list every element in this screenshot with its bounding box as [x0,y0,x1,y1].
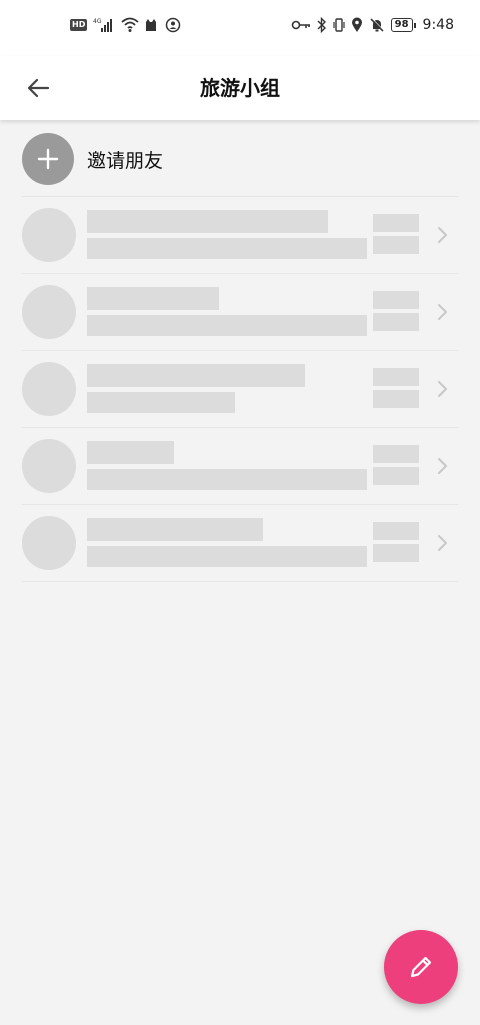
list-item[interactable] [22,505,458,582]
list-item[interactable] [22,197,458,274]
meta-placeholder [373,236,419,254]
subtitle-placeholder [87,392,235,413]
chevron-right-icon [438,381,447,397]
meta-placeholder [373,522,419,540]
avatar-placeholder [22,439,76,493]
battery-icon: 98 [390,18,416,32]
subtitle-placeholder [87,315,367,336]
avatar-placeholder [22,285,76,339]
title-placeholder [87,364,305,387]
meta-placeholder [373,313,419,331]
avatar-placeholder [22,516,76,570]
subtitle-placeholder [87,469,367,490]
status-right: 98 9:48 [291,16,454,34]
network-label: 4G [93,18,102,25]
hd-icon: HD [70,19,88,31]
status-bar: HD 4G 98 9:48 [0,0,480,56]
title-placeholder [87,518,263,541]
plus-icon [37,148,59,170]
meta-placeholder [373,291,419,309]
notification-app-icon [143,17,159,33]
list-item[interactable] [22,274,458,351]
chevron-right-icon [438,304,447,320]
page-title: 旅游小组 [200,76,280,100]
signal-icon: 4G [93,17,113,33]
invite-friends-label: 邀请朋友 [87,149,164,172]
meta-placeholder [373,368,419,386]
vibrate-icon [333,17,345,33]
chevron-right-icon [438,227,447,243]
back-button[interactable] [18,68,58,108]
status-left: HD 4G [70,17,181,33]
title-placeholder [87,210,328,233]
edit-fab-button[interactable] [384,930,458,1004]
notification-app2-icon [165,17,181,33]
divider [22,581,458,582]
chevron-right-icon [438,458,447,474]
location-icon [351,17,363,33]
key-icon [291,17,311,33]
avatar-placeholder [22,208,76,262]
avatar-placeholder [22,362,76,416]
mute-icon [369,17,385,33]
screen: HD 4G 98 9:48 旅游小组 邀请朋友 [0,0,480,1025]
status-time: 9:48 [422,17,454,33]
arrow-left-icon [27,78,50,98]
meta-placeholder [373,467,419,485]
wifi-icon [121,17,139,33]
meta-placeholder [373,214,419,232]
invite-friends-row[interactable]: 邀请朋友 [22,130,458,188]
bluetooth-icon [317,16,327,34]
list-item[interactable] [22,351,458,428]
meta-placeholder [373,544,419,562]
invite-avatar [22,133,74,185]
meta-placeholder [373,445,419,463]
member-list [22,197,458,582]
pencil-icon [410,956,432,978]
subtitle-placeholder [87,546,367,567]
title-placeholder [87,287,219,310]
title-placeholder [87,441,174,464]
subtitle-placeholder [87,238,367,259]
app-bar: 旅游小组 [0,56,480,120]
meta-placeholder [373,390,419,408]
list-item[interactable] [22,428,458,505]
chevron-right-icon [438,535,447,551]
